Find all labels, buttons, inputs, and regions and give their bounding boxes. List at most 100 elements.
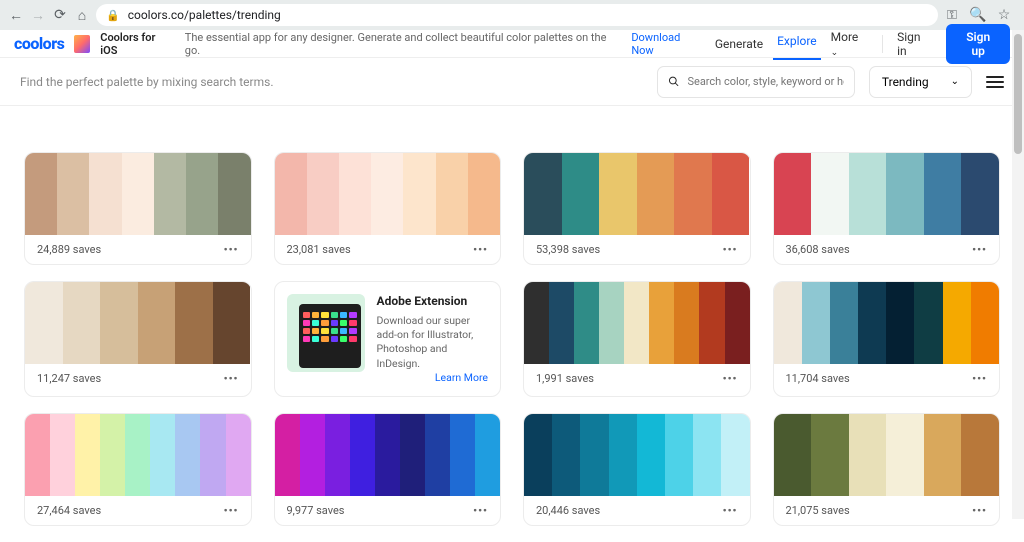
sort-dropdown[interactable]: Trending ⌄ <box>869 66 972 98</box>
swatch[interactable] <box>599 153 637 235</box>
swatch[interactable] <box>811 414 849 496</box>
star-icon[interactable]: ☆ <box>996 7 1012 23</box>
swatch[interactable] <box>25 282 63 364</box>
swatch[interactable] <box>830 282 858 364</box>
swatch[interactable] <box>100 282 138 364</box>
swatch[interactable] <box>674 282 699 364</box>
swatch[interactable] <box>403 153 435 235</box>
swatch[interactable] <box>300 414 325 496</box>
swatch[interactable] <box>524 282 549 364</box>
swatches[interactable] <box>524 153 750 235</box>
swatches[interactable] <box>774 414 1000 496</box>
palette-card[interactable]: 20,446 saves••• <box>523 413 751 526</box>
swatch[interactable] <box>226 414 251 496</box>
more-icon[interactable]: ••• <box>723 243 738 256</box>
scrollbar[interactable] <box>1012 30 1024 519</box>
more-icon[interactable]: ••• <box>473 243 488 256</box>
swatch[interactable] <box>436 153 468 235</box>
more-icon[interactable]: ••• <box>224 243 239 256</box>
swatch[interactable] <box>886 282 914 364</box>
swatch[interactable] <box>811 153 849 235</box>
palette-card[interactable]: 11,704 saves••• <box>773 281 1001 397</box>
swatch[interactable] <box>961 153 999 235</box>
swatch[interactable] <box>89 153 121 235</box>
download-link[interactable]: Download Now <box>631 31 705 57</box>
back-icon[interactable]: ← <box>8 7 24 23</box>
swatch[interactable] <box>774 153 812 235</box>
swatch[interactable] <box>50 414 75 496</box>
swatch[interactable] <box>63 282 101 364</box>
swatch[interactable] <box>649 282 674 364</box>
swatch[interactable] <box>138 282 176 364</box>
swatch[interactable] <box>175 282 213 364</box>
swatch[interactable] <box>599 282 624 364</box>
key-icon[interactable]: ⚿ <box>944 7 960 23</box>
swatch[interactable] <box>350 414 375 496</box>
palette-card[interactable]: 24,889 saves••• <box>24 152 252 265</box>
swatch[interactable] <box>858 282 886 364</box>
swatch[interactable] <box>450 414 475 496</box>
home-icon[interactable]: ⌂ <box>74 7 90 23</box>
swatch[interactable] <box>725 282 750 364</box>
signin-link[interactable]: Sign in <box>897 30 932 58</box>
palette-card[interactable]: 27,464 saves••• <box>24 413 252 526</box>
swatch[interactable] <box>307 153 339 235</box>
forward-icon[interactable]: → <box>30 7 46 23</box>
swatch[interactable] <box>468 153 500 235</box>
palette-card[interactable]: 21,075 saves••• <box>773 413 1001 526</box>
swatch[interactable] <box>971 282 999 364</box>
nav-more[interactable]: More ⌄ <box>831 30 868 58</box>
swatch[interactable] <box>400 414 425 496</box>
more-icon[interactable]: ••• <box>723 504 738 517</box>
swatch[interactable] <box>637 414 665 496</box>
swatch[interactable] <box>125 414 150 496</box>
swatches[interactable] <box>25 153 251 235</box>
swatch[interactable] <box>371 153 403 235</box>
swatch[interactable] <box>580 414 608 496</box>
swatch[interactable] <box>849 153 887 235</box>
swatch[interactable] <box>562 153 600 235</box>
promo-card[interactable]: Adobe ExtensionDownload our super add-on… <box>274 281 502 397</box>
swatch[interactable] <box>375 414 400 496</box>
swatch[interactable] <box>849 414 887 496</box>
swatch[interactable] <box>549 282 574 364</box>
more-icon[interactable]: ••• <box>972 372 987 385</box>
swatch[interactable] <box>475 414 500 496</box>
nav-generate[interactable]: Generate <box>715 37 763 51</box>
swatches[interactable] <box>275 414 501 496</box>
swatch[interactable] <box>699 282 724 364</box>
nav-explore[interactable]: Explore <box>777 34 817 48</box>
reload-icon[interactable]: ⟳ <box>52 7 68 23</box>
swatches[interactable] <box>774 282 1000 364</box>
palette-card[interactable]: 23,081 saves••• <box>274 152 502 265</box>
swatch[interactable] <box>674 153 712 235</box>
swatch[interactable] <box>524 153 562 235</box>
swatches[interactable] <box>275 153 501 235</box>
swatch[interactable] <box>886 153 924 235</box>
swatch[interactable] <box>275 153 307 235</box>
swatch[interactable] <box>774 414 812 496</box>
swatch[interactable] <box>75 414 100 496</box>
swatch[interactable] <box>122 153 154 235</box>
swatch[interactable] <box>25 153 57 235</box>
swatches[interactable] <box>524 414 750 496</box>
swatch[interactable] <box>574 282 599 364</box>
swatch[interactable] <box>637 153 675 235</box>
palette-card[interactable]: 53,398 saves••• <box>523 152 751 265</box>
swatches[interactable] <box>25 282 251 364</box>
swatch[interactable] <box>57 153 89 235</box>
swatch[interactable] <box>25 414 50 496</box>
swatch[interactable] <box>693 414 721 496</box>
more-icon[interactable]: ••• <box>473 504 488 517</box>
more-icon[interactable]: ••• <box>972 504 987 517</box>
swatches[interactable] <box>25 414 251 496</box>
swatch[interactable] <box>961 414 999 496</box>
more-icon[interactable]: ••• <box>224 504 239 517</box>
search-box[interactable] <box>657 66 855 98</box>
search-input[interactable] <box>687 75 843 88</box>
swatch[interactable] <box>339 153 371 235</box>
swatch[interactable] <box>552 414 580 496</box>
swatch[interactable] <box>924 153 962 235</box>
swatch[interactable] <box>200 414 225 496</box>
palette-card[interactable]: 11,247 saves••• <box>24 281 252 397</box>
